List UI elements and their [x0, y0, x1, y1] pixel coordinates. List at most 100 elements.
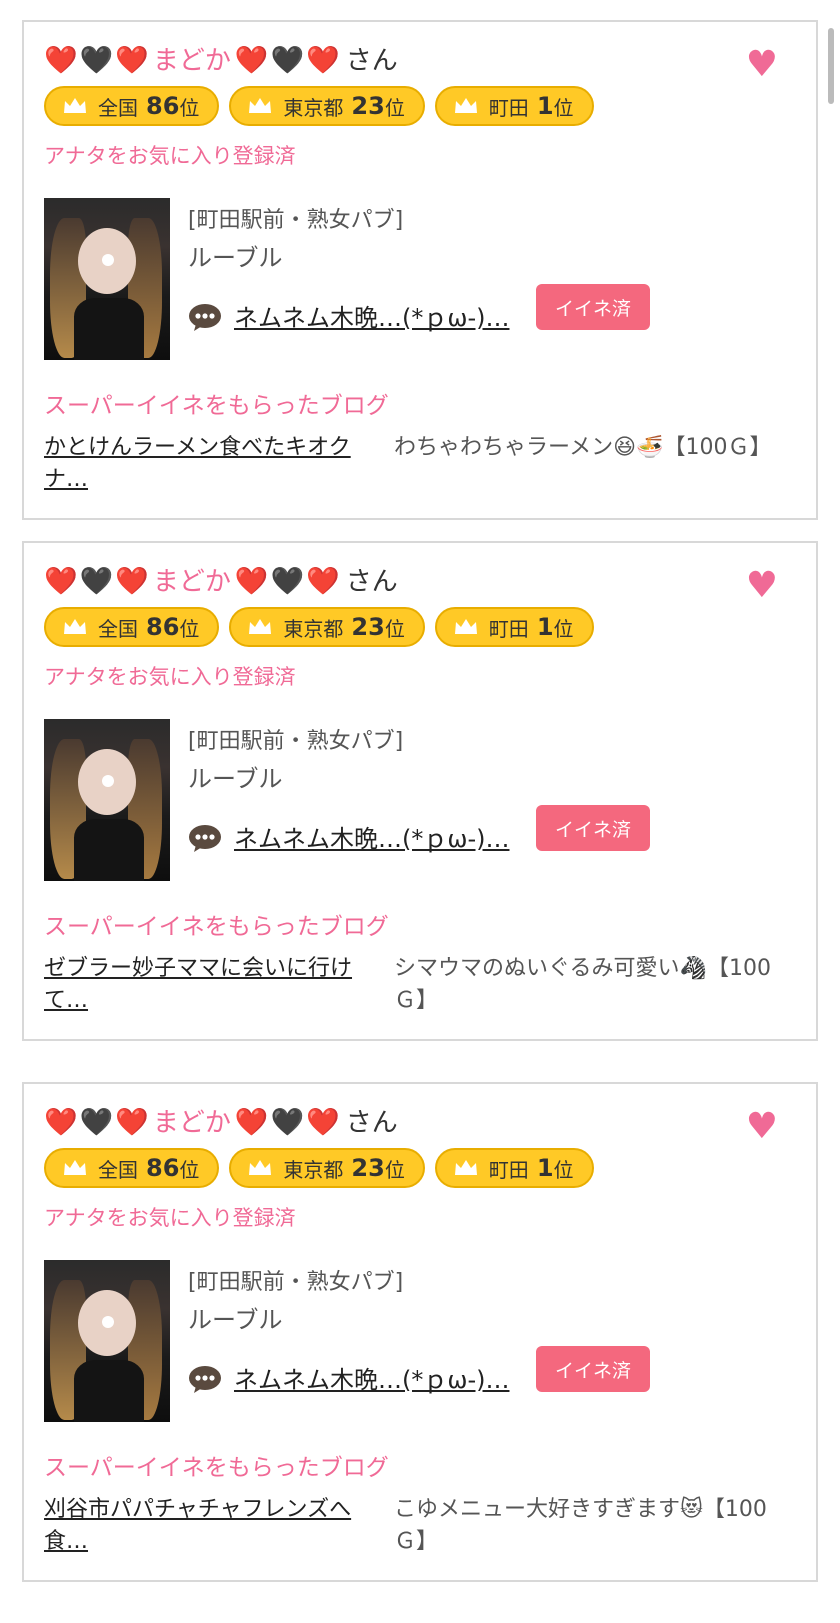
- crown-icon: [454, 1160, 477, 1175]
- scrollbar[interactable]: [828, 28, 834, 104]
- speech-bubble-icon: [189, 304, 221, 331]
- favorite-heart-icon[interactable]: ♥: [746, 44, 778, 85]
- red-heart-icon: ❤️: [234, 45, 269, 76]
- rank-suffix: 位: [384, 616, 405, 641]
- crown-icon: [64, 1160, 86, 1175]
- rank-badge-area[interactable]: 町田 1 位: [434, 1148, 594, 1188]
- cast-name[interactable]: まどか: [153, 44, 231, 78]
- red-heart-icon: ❤️: [306, 45, 340, 76]
- rank-label: 町田: [488, 95, 529, 120]
- rank-label: 全国: [98, 1157, 138, 1182]
- black-heart-icon: 🖤: [79, 1107, 114, 1138]
- blog-link[interactable]: かとけんラーメン食べたキオクナ…: [44, 432, 394, 496]
- cast-photo[interactable]: [44, 719, 170, 881]
- like-button[interactable]: イイネ済: [536, 1346, 650, 1392]
- rank-suffix: 位: [384, 1157, 405, 1182]
- rank-badge-national[interactable]: 全国 86 位: [44, 607, 220, 647]
- red-heart-icon: ❤️: [234, 1107, 269, 1138]
- rank-badge-national[interactable]: 全国 86 位: [44, 86, 220, 126]
- rank-suffix: 位: [179, 616, 200, 641]
- black-heart-icon: 🖤: [270, 45, 305, 76]
- cast-name-row: ❤️ 🖤 ❤️ まどか ❤️ 🖤 ❤️ さん: [44, 1106, 398, 1140]
- honorific: さん: [345, 1108, 398, 1138]
- honorific: さん: [345, 567, 398, 597]
- favorite-heart-icon[interactable]: ♥: [746, 565, 778, 606]
- crown-icon: [454, 619, 477, 634]
- rank-badge-area[interactable]: 町田 1 位: [434, 607, 594, 647]
- post-link[interactable]: ネムネム木晩…(*ｐω-)…: [234, 819, 509, 854]
- black-heart-icon: 🖤: [79, 45, 114, 76]
- shop-area: [町田駅前・熟女パブ]: [188, 208, 404, 233]
- crown-icon: [64, 98, 86, 113]
- blog-link[interactable]: ゼブラー妙子ママに会いに行けて…: [44, 953, 394, 1017]
- red-heart-icon: ❤️: [44, 1107, 78, 1138]
- crown-icon: [64, 619, 86, 634]
- black-heart-icon: 🖤: [270, 566, 305, 597]
- rank-number: 23: [351, 1154, 385, 1182]
- cast-photo[interactable]: [44, 1260, 170, 1422]
- rank-number: 23: [351, 613, 385, 641]
- red-heart-icon: ❤️: [234, 566, 269, 597]
- rank-number: 86: [146, 1154, 180, 1182]
- post-link[interactable]: ネムネム木晩…(*ｐω-)…: [234, 1360, 509, 1395]
- crown-icon: [454, 98, 477, 113]
- cast-photo[interactable]: [44, 198, 170, 360]
- shop-area: [町田駅前・熟女パブ]: [188, 1270, 404, 1295]
- rank-suffix: 位: [179, 95, 200, 120]
- rank-badge-area[interactable]: 町田 1 位: [434, 86, 594, 126]
- cast-card: ❤️ 🖤 ❤️ まどか ❤️ 🖤 ❤️ さん ♥ 全国 86 位 東京都 23 …: [22, 20, 818, 520]
- cast-name-row: ❤️ 🖤 ❤️ まどか ❤️ 🖤 ❤️ さん: [44, 44, 398, 78]
- rank-suffix: 位: [553, 95, 574, 120]
- red-heart-icon: ❤️: [44, 566, 78, 597]
- rank-label: 東京都: [283, 1157, 344, 1182]
- blog-description: こゆメニュー大好きすぎます😻【100Ｇ】: [394, 1497, 767, 1554]
- rank-badge-prefecture[interactable]: 東京都 23 位: [229, 86, 425, 126]
- rank-label: 町田: [488, 1157, 529, 1182]
- blog-link[interactable]: 刈谷市パパチャチャフレンズへ食…: [44, 1494, 394, 1558]
- speech-bubble-icon: [189, 1366, 221, 1393]
- red-heart-icon: ❤️: [115, 1107, 149, 1138]
- red-heart-icon: ❤️: [306, 1107, 340, 1138]
- section-title: スーパーイイネをもらったブログ: [44, 1455, 389, 1481]
- red-heart-icon: ❤️: [306, 566, 340, 597]
- rank-number: 1: [536, 92, 554, 120]
- crown-icon: [249, 1160, 272, 1175]
- rank-badge-prefecture[interactable]: 東京都 23 位: [229, 607, 425, 647]
- rank-suffix: 位: [553, 616, 574, 641]
- shop-area: [町田駅前・熟女パブ]: [188, 729, 404, 754]
- rank-label: 全国: [98, 616, 138, 641]
- favorite-status: アナタをお気に入り登録済: [44, 665, 296, 689]
- black-heart-icon: 🖤: [270, 1107, 305, 1138]
- rank-suffix: 位: [384, 95, 405, 120]
- favorite-heart-icon[interactable]: ♥: [746, 1106, 778, 1147]
- shop-name[interactable]: ルーブル: [188, 1300, 283, 1335]
- rank-label: 東京都: [283, 95, 344, 120]
- rank-badges: 全国 86 位 東京都 23 位 町田 1 位: [44, 1148, 594, 1188]
- like-button[interactable]: イイネ済: [536, 805, 650, 851]
- favorite-status: アナタをお気に入り登録済: [44, 144, 296, 168]
- black-heart-icon: 🖤: [79, 566, 114, 597]
- rank-suffix: 位: [553, 1157, 574, 1182]
- cast-name-row: ❤️ 🖤 ❤️ まどか ❤️ 🖤 ❤️ さん: [44, 565, 398, 599]
- cast-name[interactable]: まどか: [153, 565, 231, 599]
- favorite-status: アナタをお気に入り登録済: [44, 1206, 296, 1230]
- red-heart-icon: ❤️: [44, 45, 78, 76]
- cast-name[interactable]: まどか: [153, 1106, 231, 1140]
- crown-icon: [249, 98, 272, 113]
- rank-label: 全国: [98, 95, 138, 120]
- section-title: スーパーイイネをもらったブログ: [44, 393, 389, 419]
- rank-number: 1: [536, 1154, 554, 1182]
- rank-badges: 全国 86 位 東京都 23 位 町田 1 位: [44, 607, 594, 647]
- section-title: スーパーイイネをもらったブログ: [44, 914, 389, 940]
- rank-badge-national[interactable]: 全国 86 位: [44, 1148, 220, 1188]
- shop-name[interactable]: ルーブル: [188, 759, 283, 794]
- like-button[interactable]: イイネ済: [536, 284, 650, 330]
- crown-icon: [249, 619, 272, 634]
- rank-number: 86: [146, 92, 180, 120]
- post-link[interactable]: ネムネム木晩…(*ｐω-)…: [234, 298, 509, 333]
- rank-label: 東京都: [283, 616, 344, 641]
- cast-card: ❤️ 🖤 ❤️ まどか ❤️ 🖤 ❤️ さん ♥ 全国 86 位 東京都 23 …: [22, 1082, 818, 1582]
- shop-name[interactable]: ルーブル: [188, 238, 283, 273]
- honorific: さん: [345, 46, 398, 76]
- rank-badge-prefecture[interactable]: 東京都 23 位: [229, 1148, 425, 1188]
